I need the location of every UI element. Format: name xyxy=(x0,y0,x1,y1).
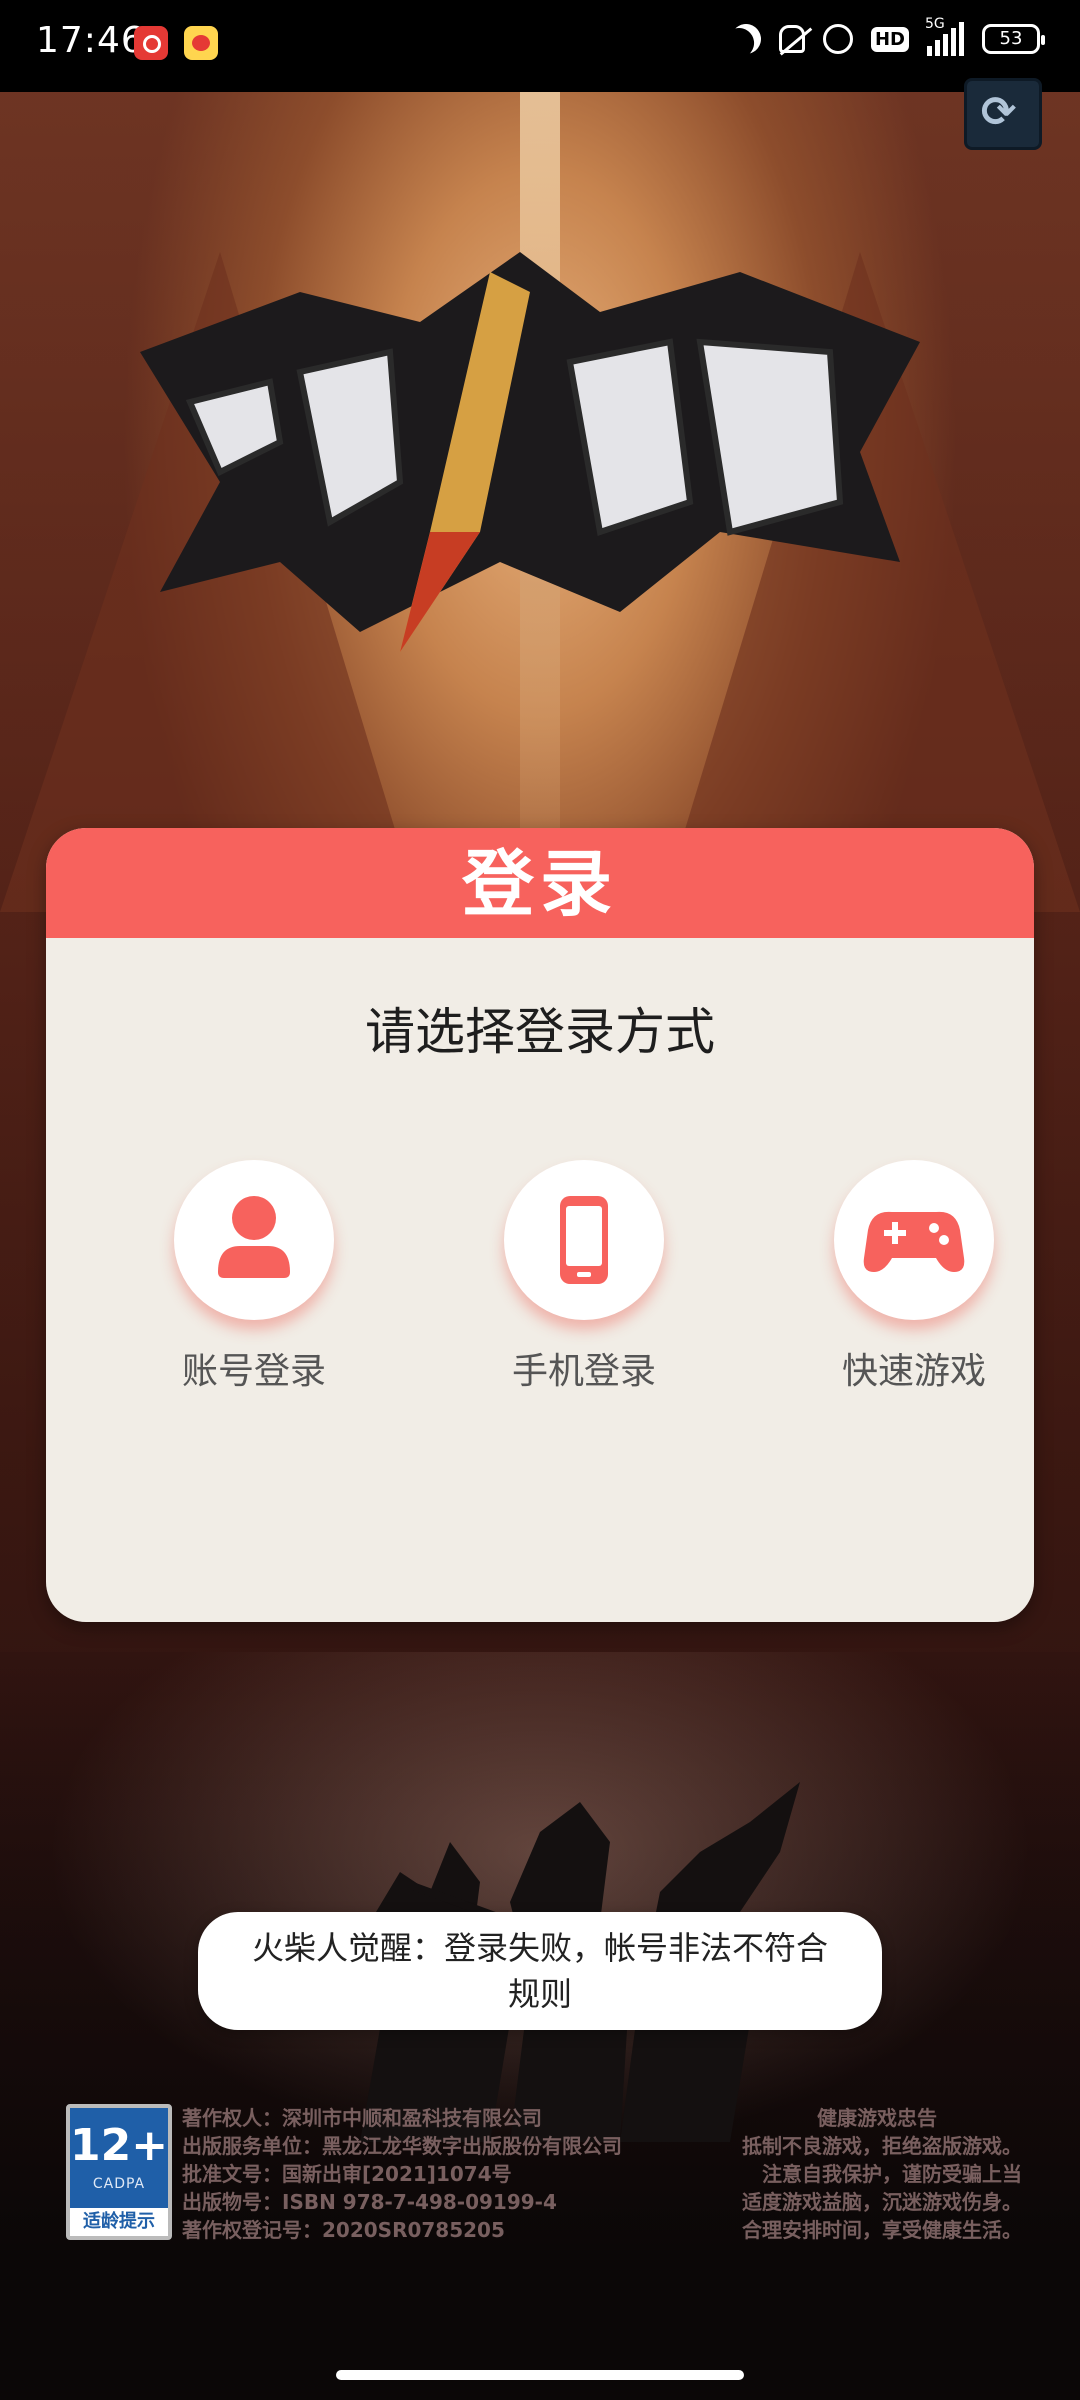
game-logo xyxy=(140,252,920,652)
gamepad-icon xyxy=(863,1211,965,1272)
status-icons: HD 5G 53 xyxy=(731,16,1045,56)
copyright-line: 出版物号：ISBN 978-7-498-09199-4 xyxy=(182,2190,557,2214)
dialog-title: 登录 xyxy=(46,828,1034,938)
phone-login-label: 手机登录 xyxy=(511,1351,656,1392)
account-login-label: 账号登录 xyxy=(181,1351,326,1392)
health-line: 抵制不良游戏，拒绝盗版游戏。 xyxy=(742,2134,1022,2158)
quick-play-button[interactable]: 快速游戏 xyxy=(804,1160,1024,1394)
mute-icon xyxy=(778,25,805,53)
quick-play-circle[interactable] xyxy=(834,1160,994,1320)
phone-login-button[interactable]: 手机登录 xyxy=(474,1160,694,1394)
age-rating: 12+ xyxy=(70,2120,169,2171)
phone-icon xyxy=(560,1196,608,1284)
copyright-info: 著作权人：深圳市中顺和盈科技有限公司 出版服务单位：黑龙江龙华数字出版股份有限公… xyxy=(182,2104,622,2244)
person-icon xyxy=(218,1196,290,1278)
alarm-icon xyxy=(822,24,853,54)
age-tip: 适龄提示 xyxy=(70,2208,168,2236)
tomato-app-icon xyxy=(184,26,218,60)
dialog-subtitle: 请选择登录方式 xyxy=(365,1003,715,1061)
login-dialog: 登录 请选择登录方式 账号登录 手机登录 快速游戏 xyxy=(46,828,1034,1622)
health-title: 健康游戏忠告 xyxy=(817,2106,937,2130)
health-line: 注意自我保护，谨防受骗上当 xyxy=(762,2162,1022,2186)
health-line: 适度游戏益脑，沉迷游戏伤身。 xyxy=(742,2190,1022,2214)
copyright-line: 出版服务单位：黑龙江龙华数字出版股份有限公司 xyxy=(182,2134,622,2158)
account-login-button[interactable]: 账号登录 xyxy=(144,1160,364,1394)
refresh-icon[interactable] xyxy=(964,78,1042,150)
network-type: 5G xyxy=(925,16,945,32)
status-bar: 17:46 HD 5G 53 xyxy=(0,0,1080,92)
battery-icon: 53 xyxy=(982,24,1045,54)
hd-icon: HD xyxy=(870,26,909,52)
copyright-line: 著作权登记号：2020SR0785205 xyxy=(182,2218,505,2242)
account-login-circle[interactable] xyxy=(174,1160,334,1320)
status-time: 17:46 xyxy=(36,20,145,61)
age-rating-badge: 12+ CADPA 适龄提示 xyxy=(66,2104,172,2240)
do-not-disturb-icon xyxy=(725,19,766,60)
phone-login-circle[interactable] xyxy=(504,1160,664,1320)
home-indicator[interactable] xyxy=(336,2370,744,2380)
copyright-line: 著作权人：深圳市中顺和盈科技有限公司 xyxy=(182,2106,542,2130)
netease-music-icon xyxy=(134,26,168,60)
quick-play-label: 快速游戏 xyxy=(841,1351,986,1392)
signal-icon: 5G xyxy=(925,16,964,56)
health-notice: 健康游戏忠告 抵制不良游戏，拒绝盗版游戏。 注意自我保护，谨防受骗上当 适度游戏… xyxy=(732,2104,1022,2244)
age-org: CADPA xyxy=(92,2176,146,2192)
health-line: 合理安排时间，享受健康生活。 xyxy=(742,2218,1022,2242)
copyright-line: 批准文号：国新出审[2021]1074号 xyxy=(182,2162,512,2186)
error-toast: 火柴人觉醒：登录失败，帐号非法不符合规则 xyxy=(198,1912,882,2030)
